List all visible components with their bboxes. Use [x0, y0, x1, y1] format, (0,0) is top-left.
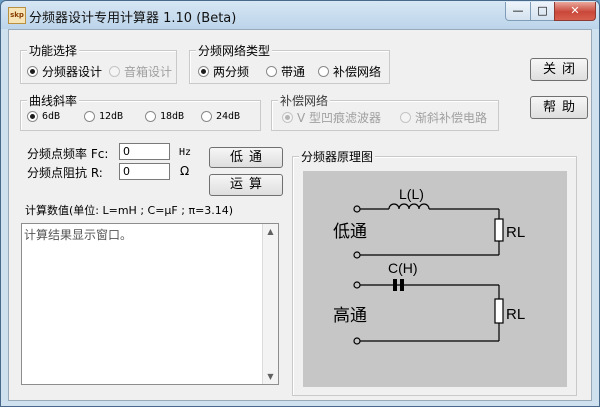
radio-bandpass[interactable]: 带通 [266, 63, 305, 80]
impedance-label: 分频点阻抗 R: [27, 166, 103, 180]
radio-v-notch-filter-label: V 型凹痕滤波器 [297, 111, 382, 125]
frequency-label: 分频点频率 Fc: [27, 147, 109, 161]
schematic-panel: L(L) C(H) 低通 高通 RL RL [303, 171, 567, 387]
radio-speaker-design-indicator [109, 66, 120, 77]
calculate-button[interactable]: 运算 [209, 174, 283, 196]
radio-crossover-design-label: 分频器设计 [42, 65, 103, 79]
radio-compensation-network[interactable]: 补偿网络 [318, 63, 381, 80]
impedance-unit: Ω [180, 164, 190, 178]
radio-v-notch-filter-indicator [282, 112, 293, 123]
radio-slope-24db[interactable]: 24dB [201, 111, 240, 122]
radio-slope-6db-indicator [27, 111, 38, 122]
results-scrollbar[interactable]: ▲ ▼ [262, 224, 278, 384]
radio-crossover-design[interactable]: 分频器设计 [27, 63, 102, 80]
frequency-input[interactable]: 0 [119, 143, 170, 160]
lowpass-button[interactable]: 低通 [209, 147, 283, 168]
lowpass-load-resistor-icon [494, 218, 504, 242]
radio-compensation-network-indicator [318, 66, 329, 77]
slope-group: 曲线斜率 6dB 12dB 18dB 24dB [20, 92, 261, 131]
highpass-input-terminal-top [353, 281, 361, 289]
close-button[interactable]: 关闭 [530, 58, 588, 81]
inductor-icon [388, 203, 430, 210]
radio-slope-18db-label: 18dB [160, 111, 185, 122]
radio-slope-12db-indicator [84, 111, 95, 122]
radio-compensation-network-label: 补偿网络 [333, 65, 382, 79]
lowpass-load-label: RL [506, 224, 525, 241]
inductor-label: L(L) [399, 186, 424, 202]
highpass-schematic-label: 高通 [333, 306, 367, 326]
client-area: 功能选择 分频器设计 音箱设计 分频网络类型 两分频 带通 补偿网络 曲线斜率 … [8, 29, 592, 401]
lowpass-schematic-label: 低通 [333, 222, 367, 242]
slope-group-title: 曲线斜率 [27, 92, 80, 109]
radio-slope-24db-label: 24dB [216, 111, 241, 122]
radio-crossover-design-indicator [27, 66, 38, 77]
lowpass-input-terminal-top [353, 205, 361, 213]
radio-slope-6db-label: 6dB [42, 111, 61, 122]
minimize-icon: — [512, 4, 524, 17]
crossover-schematic: L(L) C(H) 低通 高通 RL RL [333, 186, 525, 345]
capacitor-plate-left-icon [393, 279, 397, 291]
radio-bandpass-label: 带通 [281, 65, 306, 79]
main-window: skp 分频器设计专用计算器 1.10 (Beta) — □ ✕ 功能选择 分频… [0, 0, 600, 407]
schematic-group: 分频器原理图 L(L) C(H) 低通 高通 RL RL [292, 148, 577, 396]
maximize-icon: □ [537, 4, 548, 17]
capacitor-plate-right-icon [400, 279, 404, 291]
close-icon: ✕ [570, 4, 580, 17]
network-type-group-title: 分频网络类型 [196, 42, 273, 59]
radio-slope-18db-indicator [145, 111, 156, 122]
radio-slope-compensation-label: 渐斜补偿电路 [415, 111, 488, 125]
app-icon: skp [8, 7, 26, 24]
radio-two-way-indicator [198, 66, 209, 77]
radio-slope-18db[interactable]: 18dB [145, 111, 184, 122]
results-text: 计算结果显示窗口。 [24, 228, 133, 242]
window-title: 分频器设计专用计算器 1.10 (Beta) [29, 11, 237, 26]
minimize-button[interactable]: — [505, 2, 531, 21]
frequency-unit: Hz [179, 147, 192, 158]
capacitor-label: C(H) [388, 260, 418, 276]
radio-slope-12db-label: 12dB [99, 111, 124, 122]
compensation-group: 补偿网络 V 型凹痕滤波器 渐斜补偿电路 [271, 92, 499, 131]
radio-slope-6db[interactable]: 6dB [27, 111, 60, 122]
radio-slope-compensation-indicator [400, 112, 411, 123]
radio-speaker-design-label: 音箱设计 [124, 65, 173, 79]
lowpass-input-terminal-bottom [353, 251, 361, 259]
radio-slope-12db[interactable]: 12dB [84, 111, 123, 122]
scroll-up-icon[interactable]: ▲ [263, 224, 278, 239]
function-group: 功能选择 分频器设计 音箱设计 [20, 42, 177, 84]
radio-bandpass-indicator [266, 66, 277, 77]
network-type-group: 分频网络类型 两分频 带通 补偿网络 [189, 42, 390, 84]
radio-v-notch-filter: V 型凹痕滤波器 [282, 109, 381, 126]
radio-two-way-label: 两分频 [213, 65, 250, 79]
scroll-down-icon[interactable]: ▼ [263, 369, 278, 384]
radio-slope-24db-indicator [201, 111, 212, 122]
radio-slope-compensation: 渐斜补偿电路 [400, 109, 487, 126]
highpass-load-label: RL [506, 306, 525, 323]
compensation-group-title: 补偿网络 [278, 92, 331, 109]
schematic-group-title: 分频器原理图 [299, 148, 376, 165]
highpass-load-resistor-icon [494, 298, 504, 324]
title-bar[interactable]: skp 分频器设计专用计算器 1.10 (Beta) — □ ✕ [1, 1, 599, 29]
window-close-button[interactable]: ✕ [554, 2, 596, 21]
highpass-input-terminal-bottom [353, 337, 361, 345]
results-caption: 计算数值(单位: L=mH ; C=μF ; π=3.14) [25, 204, 234, 217]
radio-speaker-design: 音箱设计 [109, 63, 172, 80]
radio-two-way[interactable]: 两分频 [198, 63, 249, 80]
results-textarea[interactable]: 计算结果显示窗口。 ▲ ▼ [21, 223, 279, 385]
function-group-title: 功能选择 [27, 42, 80, 59]
maximize-button[interactable]: □ [530, 2, 555, 21]
help-button[interactable]: 帮助 [530, 96, 588, 119]
impedance-input[interactable]: 0 [119, 163, 170, 180]
